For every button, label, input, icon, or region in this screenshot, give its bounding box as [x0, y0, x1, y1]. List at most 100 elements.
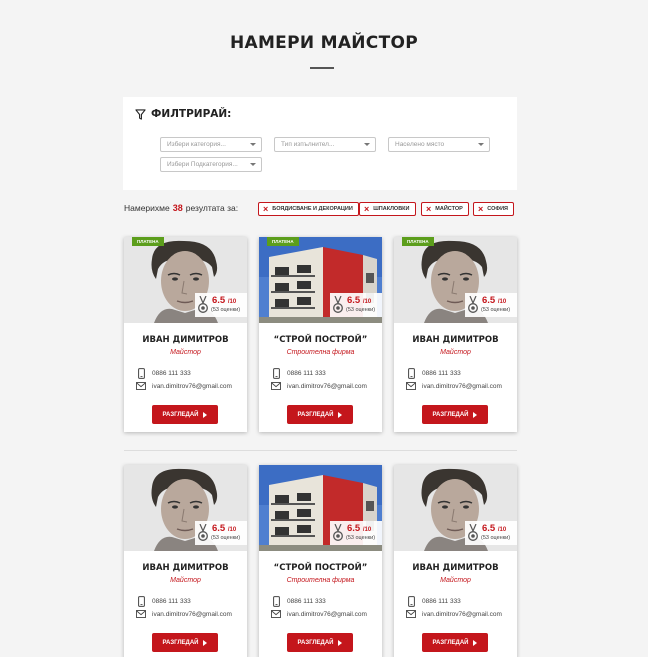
- email-line: ivan.dimitrov76@gmail.com: [136, 610, 232, 618]
- provider-name[interactable]: “СТРОЙ ПОСТРОЙ”: [259, 335, 382, 345]
- chevron-down-icon: [364, 143, 370, 146]
- rating-box: 6.5 /10 (53 оценки): [195, 521, 247, 545]
- phone-line: 0886 111 333: [136, 368, 191, 379]
- phone-number[interactable]: 0886 111 333: [152, 598, 191, 605]
- mail-icon: [271, 610, 281, 618]
- rating-scale: /10: [362, 527, 372, 533]
- provider-name[interactable]: ИВАН ДИМИТРОВ: [394, 563, 517, 573]
- email-address[interactable]: ivan.dimitrov76@gmail.com: [152, 383, 232, 390]
- provider-role: Майстор: [170, 349, 201, 356]
- category-select[interactable]: Избери категория...: [160, 137, 262, 152]
- results-summary: Намерихме 38 резултата за:: [124, 203, 238, 213]
- provider-card[interactable]: ПЛАТЕНА 6.5 /10 (53 оценки) “СТРОЙ ПОСТР…: [259, 237, 382, 432]
- medal-icon: [333, 296, 343, 313]
- chevron-down-icon: [478, 143, 484, 146]
- phone-number[interactable]: 0886 111 333: [287, 598, 326, 605]
- provider-card[interactable]: 6.5 /10 (53 оценки) “СТРОЙ ПОСТРОЙ” Стро…: [259, 465, 382, 657]
- medal-icon: [333, 524, 343, 541]
- rating-scale: /10: [362, 299, 372, 305]
- results-prefix: Намерихме: [124, 203, 170, 213]
- rating-value: 6.5: [212, 523, 226, 534]
- paid-badge: ПЛАТЕНА: [402, 237, 434, 246]
- email-line: ivan.dimitrov76@gmail.com: [406, 610, 502, 618]
- subcategory-select[interactable]: Избери Подкатегория...: [160, 157, 262, 172]
- rating-score: 6.5 /10: [347, 523, 371, 534]
- provider-name[interactable]: ИВАН ДИМИТРОВ: [394, 335, 517, 345]
- provider-role: Майстор: [440, 577, 471, 584]
- rating-scale: /10: [497, 527, 507, 533]
- phone-line: 0886 111 333: [406, 368, 461, 379]
- rating-reviews: (53 оценки): [481, 307, 511, 313]
- phone-number[interactable]: 0886 111 333: [422, 598, 461, 605]
- view-button[interactable]: РАЗГЛЕДАЙ: [422, 633, 488, 652]
- view-button[interactable]: РАЗГЛЕДАЙ: [152, 633, 218, 652]
- provider-name[interactable]: “СТРОЙ ПОСТРОЙ”: [259, 563, 382, 573]
- rating-score: 6.5 /10: [347, 295, 371, 306]
- results-count: 38: [172, 203, 183, 213]
- play-arrow-icon: [338, 411, 343, 418]
- performer-type-select-placeholder: Тип изпълнител...: [281, 141, 335, 148]
- provider-name[interactable]: ИВАН ДИМИТРОВ: [124, 335, 247, 345]
- page-title: НАМЕРИ МАЙСТОР: [229, 33, 418, 53]
- location-select[interactable]: Населено място: [388, 137, 490, 152]
- performer-type-select[interactable]: Тип изпълнител...: [274, 137, 376, 152]
- email-address[interactable]: ivan.dimitrov76@gmail.com: [152, 611, 232, 618]
- email-line: ivan.dimitrov76@gmail.com: [271, 610, 367, 618]
- medal-icon: [198, 296, 208, 313]
- mail-icon: [271, 382, 281, 390]
- rating-score: 6.5 /10: [482, 523, 506, 534]
- provider-card[interactable]: ПЛАТЕНА 6.5 /10 (53 оценки) ИВАН ДИМИТРО…: [124, 237, 247, 432]
- rating-reviews: (53 оценки): [481, 535, 511, 541]
- filter-panel: ФИЛТРИРАЙ: Избери категория... Тип изпъл…: [123, 97, 517, 190]
- phone-icon: [137, 368, 145, 379]
- provider-role: Майстор: [440, 349, 471, 356]
- close-icon[interactable]: ×: [263, 204, 268, 214]
- filter-tag[interactable]: × СОФИЯ: [473, 202, 514, 216]
- filter-tag[interactable]: × МАЙСТОР: [421, 202, 469, 216]
- view-button-label: РАЗГЛЕДАЙ: [297, 639, 334, 646]
- row-divider: [124, 450, 517, 451]
- phone-number[interactable]: 0886 111 333: [287, 370, 326, 377]
- play-arrow-icon: [473, 639, 478, 646]
- filter-tag[interactable]: × ШПАКЛОВКИ: [359, 202, 416, 216]
- email-address[interactable]: ivan.dimitrov76@gmail.com: [287, 383, 367, 390]
- close-icon[interactable]: ×: [478, 204, 483, 214]
- phone-icon: [407, 368, 415, 379]
- play-arrow-icon: [338, 639, 343, 646]
- provider-card[interactable]: 6.5 /10 (53 оценки) ИВАН ДИМИТРОВ Майсто…: [124, 465, 247, 657]
- results-suffix: резултата за:: [185, 203, 239, 213]
- close-icon[interactable]: ×: [426, 204, 431, 214]
- medal-icon: [468, 296, 478, 313]
- medal-icon: [198, 524, 208, 541]
- mail-icon: [406, 610, 416, 618]
- phone-number[interactable]: 0886 111 333: [152, 370, 191, 377]
- provider-role: Строителна фирма: [286, 577, 355, 584]
- filter-icon: [135, 108, 146, 120]
- phone-line: 0886 111 333: [271, 368, 326, 379]
- view-button[interactable]: РАЗГЛЕДАЙ: [422, 405, 488, 424]
- provider-card[interactable]: 6.5 /10 (53 оценки) ИВАН ДИМИТРОВ Майсто…: [394, 465, 517, 657]
- provider-name[interactable]: ИВАН ДИМИТРОВ: [124, 563, 247, 573]
- close-icon[interactable]: ×: [364, 204, 369, 214]
- provider-role: Майстор: [170, 577, 201, 584]
- subcategory-select-placeholder: Избери Подкатегория...: [167, 161, 238, 168]
- phone-icon: [272, 596, 280, 607]
- rating-score: 6.5 /10: [212, 295, 236, 306]
- filter-tag[interactable]: × БОЯДИСВАНЕ И ДЕКОРАЦИИ: [258, 202, 359, 216]
- provider-card[interactable]: ПЛАТЕНА 6.5 /10 (53 оценки) ИВАН ДИМИТРО…: [394, 237, 517, 432]
- view-button-label: РАЗГЛЕДАЙ: [432, 639, 469, 646]
- play-arrow-icon: [203, 639, 208, 646]
- view-button[interactable]: РАЗГЛЕДАЙ: [152, 405, 218, 424]
- rating-box: 6.5 /10 (53 оценки): [465, 521, 517, 545]
- filter-tag-label: МАЙСТОР: [435, 206, 463, 212]
- view-button[interactable]: РАЗГЛЕДАЙ: [287, 633, 353, 652]
- phone-number[interactable]: 0886 111 333: [422, 370, 461, 377]
- email-address[interactable]: ivan.dimitrov76@gmail.com: [422, 611, 502, 618]
- title-underline: [310, 67, 334, 69]
- paid-badge: ПЛАТЕНА: [267, 237, 299, 246]
- email-address[interactable]: ivan.dimitrov76@gmail.com: [287, 611, 367, 618]
- chevron-down-icon: [250, 143, 256, 146]
- view-button[interactable]: РАЗГЛЕДАЙ: [287, 405, 353, 424]
- email-address[interactable]: ivan.dimitrov76@gmail.com: [422, 383, 502, 390]
- phone-line: 0886 111 333: [271, 596, 326, 607]
